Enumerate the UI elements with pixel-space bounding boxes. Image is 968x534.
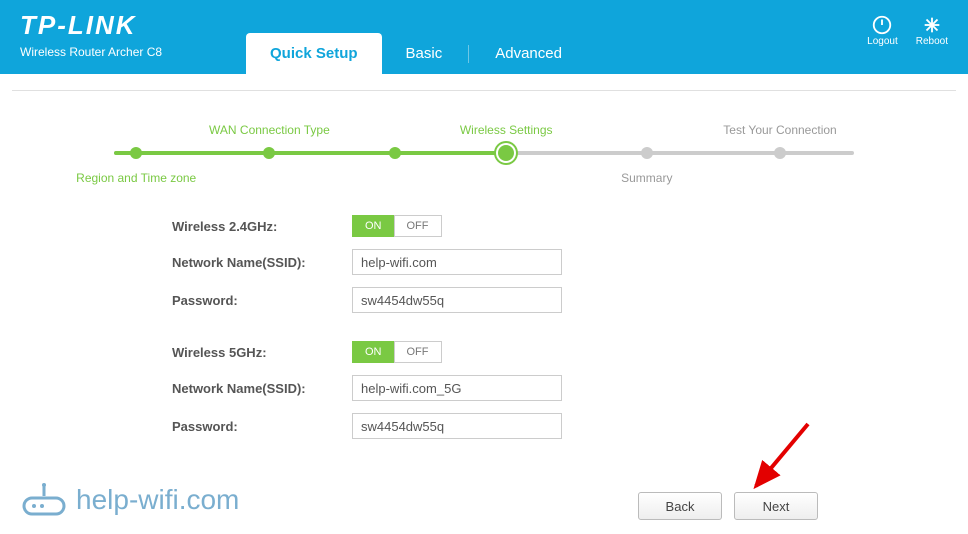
label-ssid-24: Network Name(SSID): bbox=[172, 255, 352, 270]
step-dot-wireless bbox=[498, 145, 514, 161]
brand-logo: TP-LINK bbox=[20, 10, 162, 41]
label-ssid-5: Network Name(SSID): bbox=[172, 381, 352, 396]
reboot-icon bbox=[921, 14, 943, 36]
tab-basic[interactable]: Basic bbox=[382, 33, 467, 74]
reboot-label: Reboot bbox=[916, 36, 948, 47]
main-tabs: Quick Setup Basic Advanced bbox=[246, 33, 586, 74]
setup-progress: Region and Time zone WAN Connection Type… bbox=[114, 151, 854, 155]
router-icon bbox=[22, 482, 66, 518]
tab-divider bbox=[468, 45, 469, 63]
step-dot-test bbox=[774, 147, 786, 159]
step-dot-wan2 bbox=[389, 147, 401, 159]
back-button[interactable]: Back bbox=[638, 492, 722, 520]
tab-advanced[interactable]: Advanced bbox=[471, 33, 586, 74]
step-label-wan: WAN Connection Type bbox=[209, 123, 330, 137]
input-ssid-5[interactable] bbox=[352, 375, 562, 401]
watermark-text: help-wifi.com bbox=[76, 484, 239, 516]
wireless-form: Wireless 2.4GHz: ON OFF Network Name(SSI… bbox=[172, 215, 906, 439]
annotation-arrow-icon bbox=[746, 418, 816, 498]
reboot-button[interactable]: Reboot bbox=[916, 14, 948, 47]
logout-button[interactable]: Logout bbox=[867, 14, 898, 47]
step-label-summary: Summary bbox=[621, 171, 672, 185]
toggle-on-24ghz[interactable]: ON bbox=[352, 215, 394, 237]
input-ssid-24[interactable] bbox=[352, 249, 562, 275]
app-header: TP-LINK Wireless Router Archer C8 Quick … bbox=[0, 0, 968, 74]
toggle-on-5ghz[interactable]: ON bbox=[352, 341, 394, 363]
logout-label: Logout bbox=[867, 36, 898, 47]
label-5ghz: Wireless 5GHz: bbox=[172, 345, 352, 360]
input-pwd-5[interactable] bbox=[352, 413, 562, 439]
step-label-test: Test Your Connection bbox=[723, 123, 836, 137]
brand-subtitle: Wireless Router Archer C8 bbox=[20, 45, 162, 59]
label-pwd-24: Password: bbox=[172, 293, 352, 308]
progress-fill bbox=[114, 151, 506, 155]
label-24ghz: Wireless 2.4GHz: bbox=[172, 219, 352, 234]
step-dot-wan1 bbox=[263, 147, 275, 159]
progress-track bbox=[114, 151, 854, 155]
step-dot-region bbox=[130, 147, 142, 159]
input-pwd-24[interactable] bbox=[352, 287, 562, 313]
toggle-off-5ghz[interactable]: OFF bbox=[394, 341, 442, 363]
watermark: help-wifi.com bbox=[22, 482, 239, 518]
header-actions: Logout Reboot bbox=[867, 14, 948, 47]
step-label-region: Region and Time zone bbox=[76, 171, 196, 185]
label-pwd-5: Password: bbox=[172, 419, 352, 434]
step-label-wireless: Wireless Settings bbox=[460, 123, 553, 137]
tab-quick-setup[interactable]: Quick Setup bbox=[246, 33, 382, 74]
power-icon bbox=[871, 14, 893, 36]
brand: TP-LINK Wireless Router Archer C8 bbox=[20, 10, 162, 59]
toggle-24ghz[interactable]: ON OFF bbox=[352, 215, 442, 237]
toggle-5ghz[interactable]: ON OFF bbox=[352, 341, 442, 363]
toggle-off-24ghz[interactable]: OFF bbox=[394, 215, 442, 237]
step-dot-summary bbox=[641, 147, 653, 159]
form-group-24ghz: Wireless 2.4GHz: ON OFF Network Name(SSI… bbox=[172, 215, 906, 313]
